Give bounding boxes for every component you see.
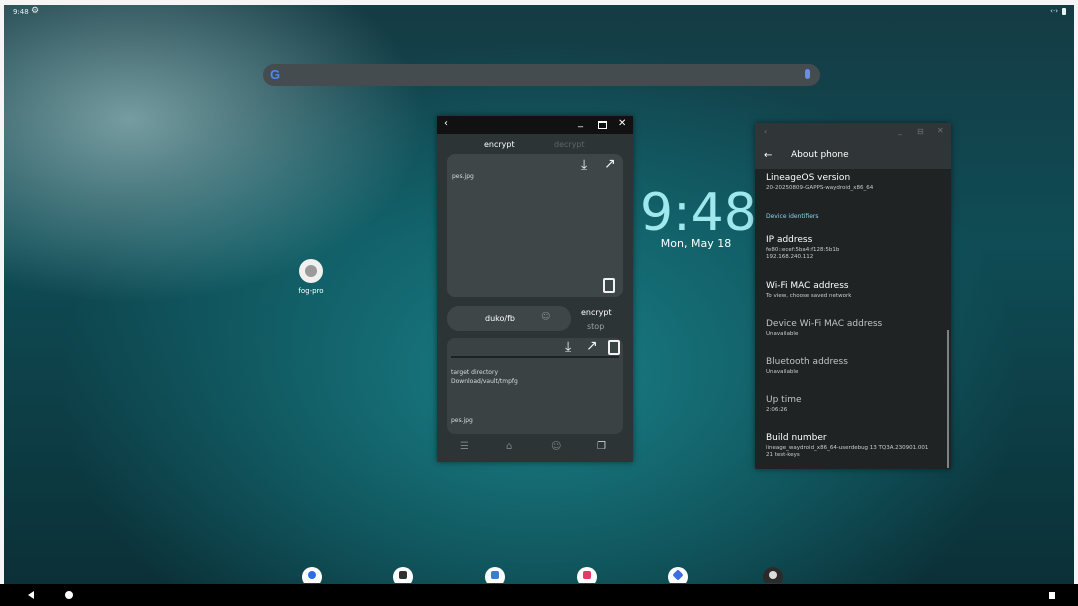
item-title: LineageOS version	[766, 173, 851, 183]
item-value: lineage_waydroid_x86_64-userdebug 13 TQ3…	[766, 445, 929, 451]
input-file-panel[interactable]: ⤓ ↗ pes.jpg	[447, 154, 623, 297]
item-title: Bluetooth address	[766, 357, 848, 367]
dock-calendar-icon[interactable]	[393, 567, 413, 583]
tab-encrypt[interactable]: encrypt	[484, 140, 515, 149]
back-icon[interactable]: ‹	[764, 127, 767, 136]
gear-icon: ⚙	[31, 6, 40, 16]
settings-list: LineageOS version 20-20250809-GAPPS-wayd…	[755, 169, 951, 469]
download-tray-icon[interactable]: ⤓	[581, 158, 587, 172]
item-value: To view, choose saved network	[766, 293, 852, 299]
window-titlebar: ‹ _ ✕	[437, 116, 633, 134]
search-bar[interactable]: G	[263, 64, 820, 86]
maximize-icon[interactable]: ⊟	[917, 127, 924, 136]
item-value: fe80::ecef:5ba4:f128:5b1b	[766, 247, 840, 253]
file-search-icon[interactable]	[603, 278, 615, 293]
output-panel: ⤓ ↗ target directory Download/vault/tmpf…	[447, 338, 623, 434]
google-logo-icon: G	[270, 67, 281, 82]
tab-decrypt[interactable]: decrypt	[554, 140, 585, 149]
list-item[interactable]: Build number lineage_waydroid_x86_64-use…	[766, 433, 928, 459]
download-tray-icon[interactable]: ⤓	[565, 340, 571, 354]
dock-browser-icon[interactable]	[668, 567, 688, 583]
desktop-icon-label: fog-pro	[298, 287, 324, 295]
item-value: 192.168.240.112	[766, 254, 814, 260]
lock-icon[interactable]: ⌂	[506, 441, 512, 452]
minimize-icon[interactable]: _	[578, 117, 583, 128]
progress-bar	[451, 356, 619, 358]
nav-recents-icon[interactable]	[1049, 592, 1055, 599]
mic-icon[interactable]	[805, 69, 810, 79]
input-file-name: pes.jpg	[452, 173, 474, 180]
item-title: Device Wi-Fi MAC address	[766, 319, 883, 329]
close-icon[interactable]: ✕	[618, 118, 626, 129]
clock-time: 9:48	[640, 183, 757, 243]
scrollbar[interactable]	[947, 330, 949, 468]
open-external-icon[interactable]: ↗	[586, 339, 598, 353]
clock-widget[interactable]: 9:48 Mon, May 18	[640, 183, 757, 250]
dock-gallery-icon[interactable]	[485, 567, 505, 583]
open-external-icon[interactable]: ↗	[604, 157, 616, 171]
encrypt-app-window: ‹ _ ✕ encrypt decrypt ⤓ ↗ pes.jpg duko/f…	[437, 116, 633, 462]
battery-icon	[1062, 8, 1066, 15]
dock-camera-icon[interactable]	[763, 567, 783, 583]
dock-music-icon[interactable]	[577, 567, 597, 583]
item-value: 20-20250809-GAPPS-waydroid_x86_64	[766, 185, 874, 191]
target-directory-label: target directory	[451, 369, 498, 376]
item-value: 21 test-keys	[766, 452, 800, 458]
target-directory-path: Download/vault/tmpfg	[451, 378, 518, 385]
code-indicator-icon: ‹·›	[1050, 7, 1058, 15]
file-search-icon[interactable]: ❐	[597, 441, 606, 452]
navigation-bar	[0, 584, 1078, 606]
item-value: Unavailable	[766, 369, 799, 375]
stop-button[interactable]: stop	[587, 322, 604, 331]
screen-border-left	[0, 0, 4, 606]
key-field[interactable]: duko/fb ☺	[447, 306, 571, 331]
item-title: Build number	[766, 433, 827, 443]
item-title: Up time	[766, 395, 802, 405]
screen-border-right	[1074, 0, 1078, 606]
item-value: Unavailable	[766, 331, 799, 337]
maximize-icon[interactable]	[598, 121, 607, 129]
item-value: 2:06:26	[766, 407, 788, 413]
close-icon[interactable]: ✕	[937, 126, 944, 135]
back-icon[interactable]: ‹	[444, 118, 448, 129]
list-item: Bluetooth address Unavailable	[766, 357, 848, 376]
page-title: About phone	[791, 150, 849, 160]
output-file-name: pes.jpg	[451, 417, 473, 424]
list-item[interactable]: Wi-Fi MAC address To view, choose saved …	[766, 281, 851, 300]
about-phone-window: ‹ _ ⊟ ✕ ← About phone LineageOS version …	[755, 123, 951, 469]
list-item[interactable]: LineageOS version 20-20250809-GAPPS-wayd…	[766, 173, 873, 192]
item-title: IP address	[766, 235, 813, 245]
sliders-icon[interactable]: ☰	[460, 441, 469, 452]
list-item[interactable]: IP address fe80::ecef:5ba4:f128:5b1b 192…	[766, 235, 839, 261]
key-field-value: duko/fb	[485, 314, 515, 323]
list-item: Device Wi-Fi MAC address Unavailable	[766, 319, 882, 338]
arrow-back-icon[interactable]: ←	[764, 150, 772, 161]
nav-back-icon[interactable]	[28, 591, 34, 599]
person-icon[interactable]: ☺	[541, 312, 550, 322]
status-time: 9:48	[13, 8, 29, 16]
people-icon[interactable]: ☺	[551, 441, 561, 452]
nav-home-icon[interactable]	[65, 591, 73, 599]
app-bottom-nav: ☰ ⌂ ☺ ❐	[437, 438, 633, 460]
file-search-icon[interactable]	[608, 340, 620, 355]
status-bar: 9:48 ⚙ ‹·›	[4, 5, 1074, 19]
window-titlebar: ‹ _ ⊟ ✕ ← About phone	[755, 123, 951, 169]
minimize-icon[interactable]: _	[898, 126, 902, 135]
dock-contacts-icon[interactable]	[302, 567, 322, 583]
desktop-icon-fog-pro[interactable]: fog-pro	[296, 259, 326, 295]
encrypt-button[interactable]: encrypt	[581, 308, 612, 317]
list-item: Up time 2:06:26	[766, 395, 802, 414]
fog-pro-icon	[299, 259, 323, 283]
item-title: Wi-Fi MAC address	[766, 281, 849, 291]
section-header: Device identifiers	[766, 213, 819, 220]
